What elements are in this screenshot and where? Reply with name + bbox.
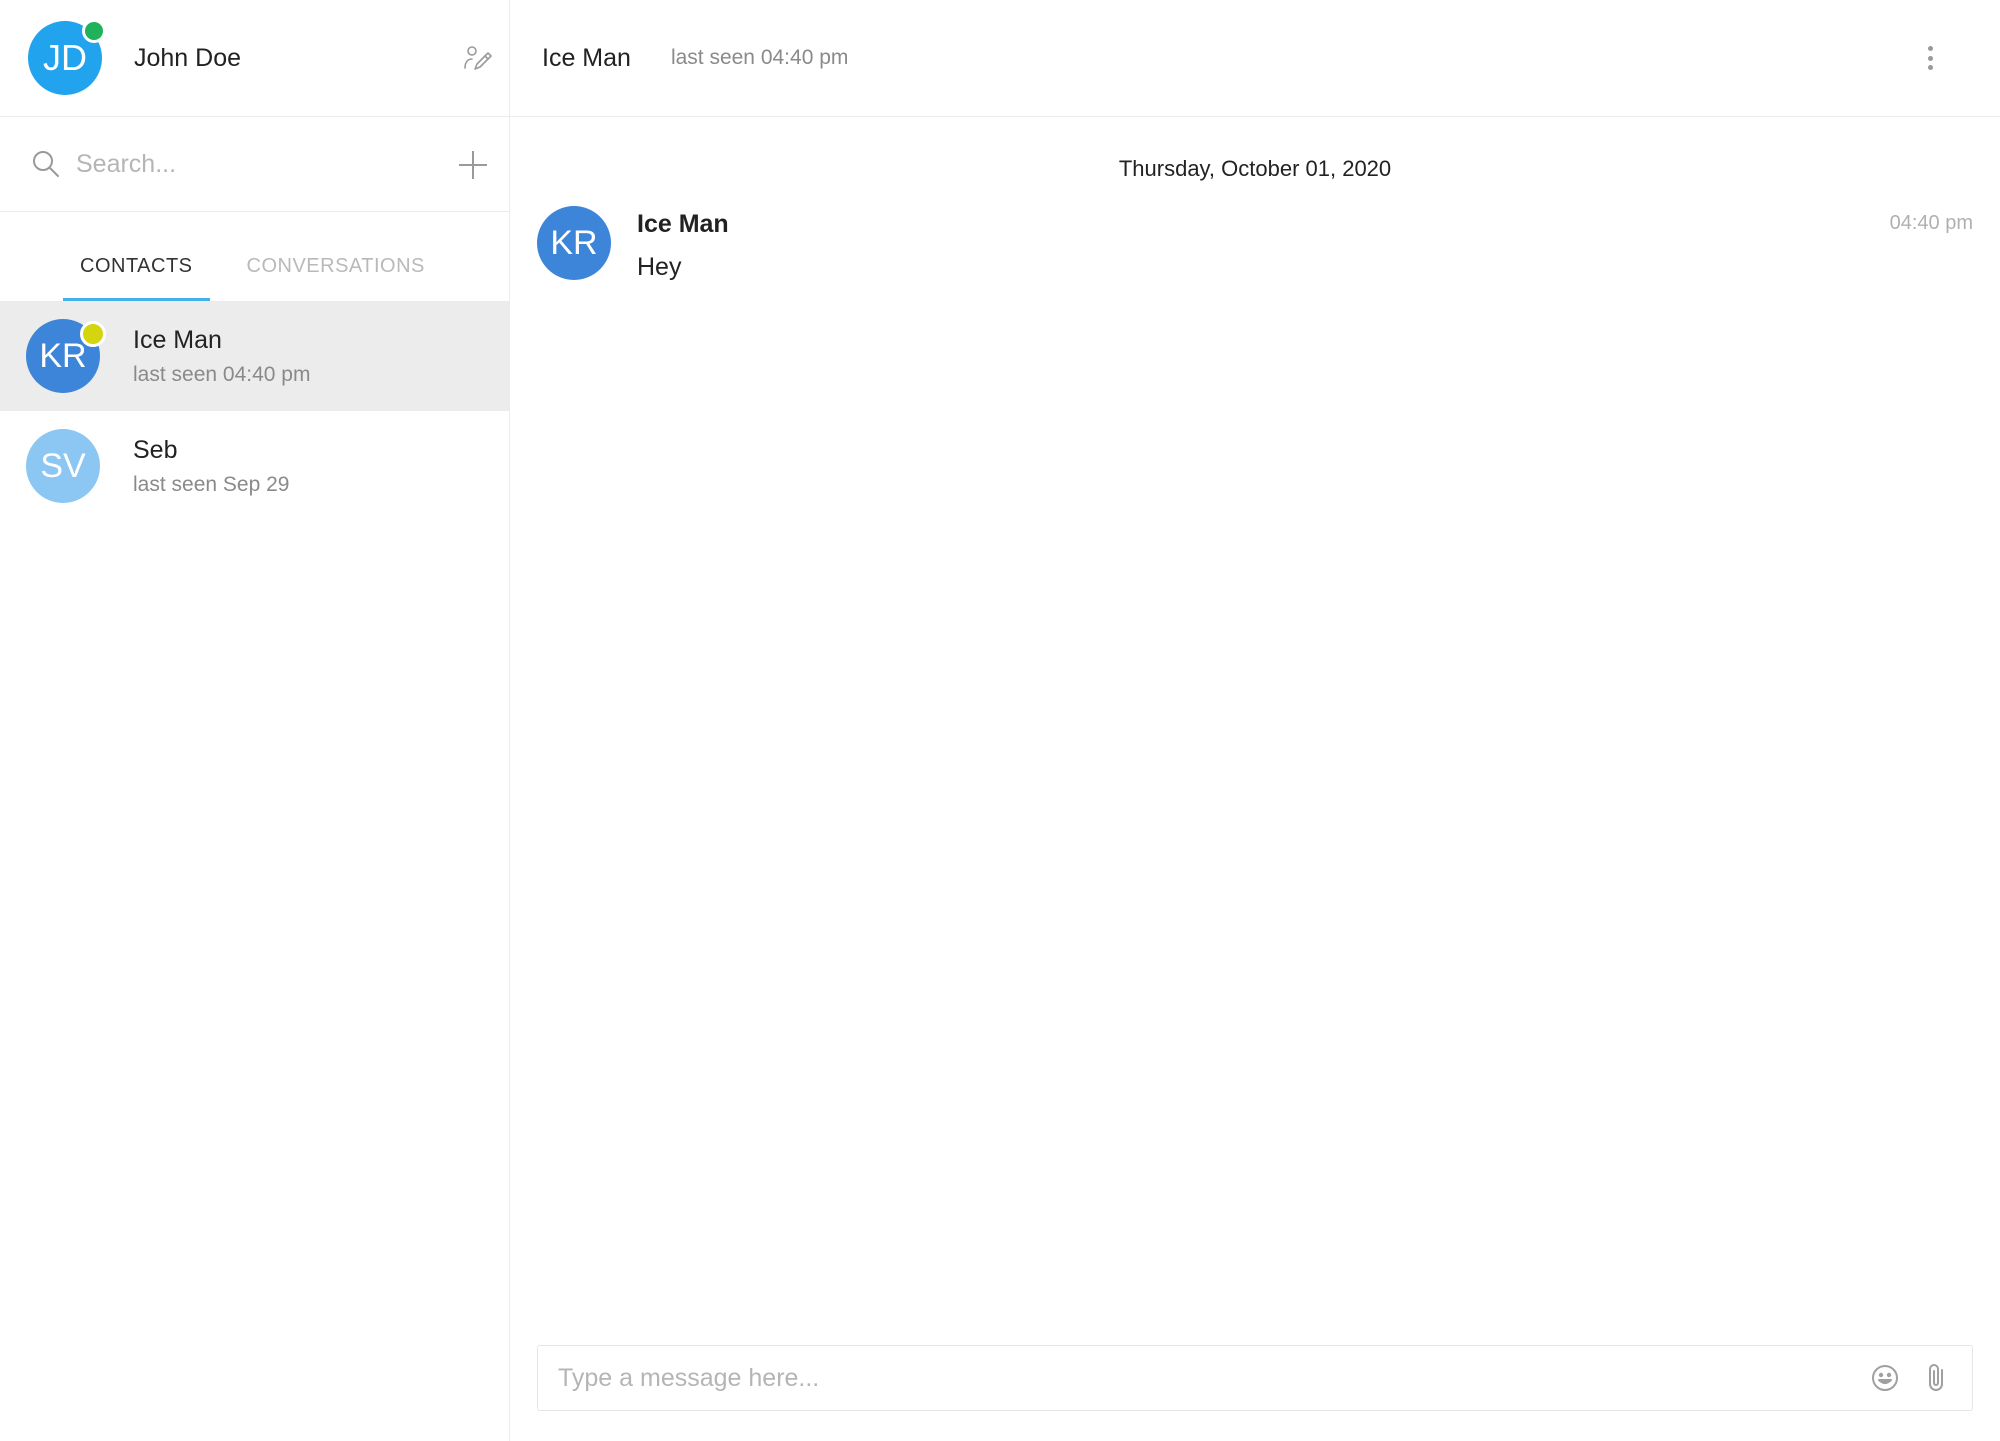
message-initials: KR bbox=[550, 223, 598, 262]
contact-list: KR Ice Man last seen 04:40 pm SV Seb las… bbox=[0, 301, 509, 1441]
contact-status: last seen Sep 29 bbox=[133, 472, 290, 496]
date-separator: Thursday, October 01, 2020 bbox=[1118, 156, 1392, 181]
attach-button[interactable] bbox=[1920, 1361, 1954, 1395]
paperclip-icon bbox=[1929, 1364, 1943, 1391]
more-vertical-icon bbox=[1927, 46, 1933, 51]
sidebar: JD John Doe Search... CONTACTS CONVERSAT… bbox=[0, 0, 510, 1441]
contact-initials: SV bbox=[40, 446, 86, 485]
avatar: KR bbox=[26, 319, 106, 393]
user-status-dot bbox=[82, 19, 106, 43]
message-composer bbox=[537, 1345, 1973, 1411]
chat-panel: Ice Man last seen 04:40 pm Thursday, Oct… bbox=[510, 0, 2000, 1441]
emoji-icon bbox=[1872, 1365, 1898, 1391]
chat-title: Ice Man bbox=[542, 43, 631, 72]
search-bar bbox=[0, 117, 509, 212]
message-input[interactable] bbox=[556, 1362, 1850, 1394]
search-input[interactable] bbox=[74, 148, 434, 180]
contact-status: last seen 04:40 pm bbox=[133, 362, 311, 386]
contact-name: Seb bbox=[133, 435, 178, 464]
chat-subtitle: last seen 04:40 pm bbox=[670, 46, 849, 69]
list-item[interactable]: KR Ice Man last seen 04:40 pm bbox=[0, 301, 509, 411]
tab-conversations[interactable]: CONVERSATIONS bbox=[230, 255, 442, 301]
user-initials: JD bbox=[43, 37, 87, 78]
avatar[interactable]: KR bbox=[537, 206, 611, 280]
profile-bar: JD John Doe bbox=[0, 0, 509, 117]
contact-text: Ice Man last seen 04:40 pm bbox=[133, 326, 310, 387]
more-vertical-icon-dot bbox=[1927, 65, 1933, 70]
contact-name: Ice Man bbox=[133, 325, 222, 354]
contact-status-dot bbox=[80, 321, 106, 347]
emoji-button[interactable] bbox=[1868, 1361, 1902, 1395]
edit-profile-button[interactable] bbox=[459, 40, 495, 76]
tab-contacts[interactable]: CONTACTS bbox=[63, 255, 210, 301]
chat-header: Ice Man last seen 04:40 pm bbox=[510, 0, 2000, 117]
user-name: John Doe bbox=[134, 43, 242, 72]
message-list: Thursday, October 01, 2020 KR Ice Man He… bbox=[510, 117, 2000, 1441]
message-time: 04:40 pm bbox=[1889, 212, 1973, 234]
more-options-button[interactable] bbox=[1920, 40, 1940, 76]
message-text: Hey bbox=[637, 253, 682, 281]
message-body: Ice Man Hey bbox=[637, 206, 729, 282]
contact-initials: KR bbox=[39, 336, 87, 375]
list-item[interactable]: SV Seb last seen Sep 29 bbox=[0, 411, 509, 521]
chat-app: JD John Doe Search... CONTACTS CONVERSAT… bbox=[0, 0, 2000, 1441]
sidebar-tabs: CONTACTS CONVERSATIONS bbox=[0, 212, 509, 301]
search-icon bbox=[30, 148, 62, 180]
plus-icon bbox=[459, 151, 487, 179]
add-contact-button[interactable] bbox=[455, 147, 491, 183]
message-author: Ice Man bbox=[637, 210, 729, 238]
contact-text: Seb last seen Sep 29 bbox=[133, 436, 289, 497]
user-avatar[interactable]: JD bbox=[28, 19, 106, 95]
message: KR Ice Man Hey 04:40 pm bbox=[510, 206, 2000, 282]
avatar: SV bbox=[26, 429, 100, 503]
more-vertical-icon-dot bbox=[1927, 55, 1933, 61]
edit-profile-icon bbox=[464, 46, 492, 70]
